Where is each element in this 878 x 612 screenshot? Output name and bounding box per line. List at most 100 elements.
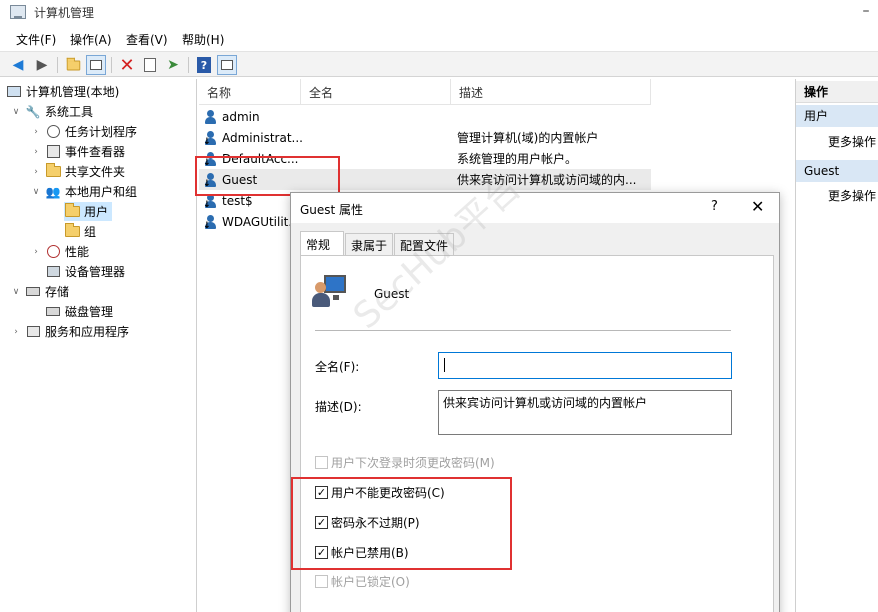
delete-icon[interactable]: ✕	[117, 55, 137, 76]
column-fullname[interactable]: 全名	[301, 79, 451, 105]
tree-device-manager[interactable]: 设备管理器	[45, 262, 125, 281]
chevron-right-icon[interactable]: ›	[30, 247, 42, 257]
tree-local-users-groups[interactable]: ∨ 👥 本地用户和组	[30, 182, 137, 201]
highlight-box-guest	[195, 156, 340, 196]
forward-arrow-icon[interactable]: ▶	[32, 55, 52, 75]
tree-disk-management-label: 磁盘管理	[65, 305, 114, 319]
tree-task-scheduler-label: 任务计划程序	[65, 125, 138, 139]
export-list-icon[interactable]: ➤	[163, 55, 183, 75]
menu-action[interactable]: 操作(A)	[70, 31, 112, 48]
help-icon[interactable]: ?	[194, 55, 214, 75]
user-name: WDAGUtilit...	[222, 214, 300, 229]
user-icon	[203, 109, 219, 125]
tree-shared-folders-label: 共享文件夹	[65, 165, 126, 179]
dialog-close-button[interactable]: ✕	[751, 197, 764, 216]
folder-icon	[64, 223, 80, 240]
console-tree: 计算机管理(本地) ∨ 🔧 系统工具 › 任务计划程序 › 事件查看器 › 共享…	[0, 79, 197, 612]
tree-task-scheduler[interactable]: › 任务计划程序	[30, 122, 137, 141]
window-title: 计算机管理	[34, 6, 95, 20]
user-description: 系统管理的用户帐户。	[457, 152, 578, 166]
more-actions-guest[interactable]: 更多操作	[828, 187, 876, 204]
show-hide-tree-icon[interactable]	[86, 55, 106, 75]
chevron-down-icon[interactable]: ∨	[10, 287, 22, 297]
disk-icon	[45, 304, 61, 320]
tree-users[interactable]: 用户	[64, 202, 113, 221]
computer-icon	[6, 84, 22, 100]
tree-system-tools-label: 系统工具	[45, 105, 94, 119]
menu-file[interactable]: 文件(F)	[16, 31, 56, 48]
tree-shared-folders[interactable]: › 共享文件夹	[30, 162, 125, 181]
device-manager-icon	[45, 264, 61, 280]
fullname-label: 全名(F):	[315, 360, 360, 374]
actions-section-users[interactable]: 用户	[796, 105, 878, 127]
chevron-right-icon[interactable]: ›	[30, 127, 42, 137]
tree-storage-label: 存储	[45, 285, 70, 299]
user-description: 管理计算机(域)的内置帐户	[457, 131, 599, 145]
up-folder-icon[interactable]	[63, 55, 83, 75]
more-actions-users[interactable]: 更多操作	[828, 133, 876, 150]
back-arrow-icon[interactable]: ◀	[8, 55, 28, 75]
performance-icon	[45, 244, 61, 260]
tab-member-of[interactable]: 隶属于	[345, 233, 393, 255]
tree-local-users-groups-label: 本地用户和组	[65, 185, 138, 199]
tab-general[interactable]: 常规	[300, 231, 344, 255]
tree-device-manager-label: 设备管理器	[65, 265, 126, 279]
checkbox-account-locked: 帐户已锁定(O)	[315, 573, 410, 590]
dialog-title: Guest 属性	[300, 203, 364, 217]
tree-storage[interactable]: ∨ 存储	[10, 282, 69, 301]
chevron-down-icon[interactable]: ∨	[30, 187, 42, 197]
user-description: 供来宾访问计算机或访问域的内...	[457, 173, 637, 187]
tree-event-viewer[interactable]: › 事件查看器	[30, 142, 125, 161]
event-viewer-icon	[45, 144, 61, 160]
tree-root-label: 计算机管理(本地)	[26, 85, 120, 99]
tree-disk-management[interactable]: 磁盘管理	[45, 302, 113, 321]
fullname-field[interactable]	[438, 352, 732, 379]
actions-pane: 操作 用户 更多操作 Guest 更多操作	[795, 79, 878, 612]
checkbox-label: 帐户已锁定(O)	[331, 575, 410, 589]
highlight-box-checkboxes	[291, 477, 512, 570]
properties-icon[interactable]	[140, 55, 160, 75]
menu-bar: 文件(F) 操作(A) 查看(V) 帮助(H)	[0, 28, 878, 50]
dialog-help-button[interactable]: ?	[711, 199, 718, 214]
toolbar: ◀ ▶ ✕ ➤ ?	[0, 51, 878, 77]
chevron-right-icon[interactable]: ›	[30, 147, 42, 157]
users-group-icon: 👥	[45, 184, 61, 199]
shared-folder-icon	[45, 163, 61, 180]
tree-services-apps[interactable]: › 服务和应用程序	[10, 322, 129, 341]
tab-profile[interactable]: 配置文件	[394, 233, 454, 255]
tree-services-apps-label: 服务和应用程序	[45, 325, 130, 339]
tree-users-label: 用户	[84, 205, 109, 219]
list-header: 名称 全名 描述	[199, 79, 651, 105]
tree-groups[interactable]: 组	[64, 222, 96, 241]
tree-system-tools[interactable]: ∨ 🔧 系统工具	[10, 102, 93, 121]
tree-root[interactable]: 计算机管理(本地)	[6, 82, 119, 101]
checkbox-must-change-password: 用户下次登录时须更改密码(M)	[315, 454, 495, 471]
toolbar-separator	[111, 57, 112, 73]
minimize-button[interactable]: –	[855, 2, 877, 22]
actions-title: 操作	[796, 81, 878, 103]
actions-section-guest[interactable]: Guest	[796, 160, 878, 182]
storage-icon	[25, 284, 41, 300]
services-icon	[25, 324, 41, 340]
tree-groups-label: 组	[84, 225, 97, 239]
chevron-right-icon[interactable]: ›	[10, 327, 22, 337]
user-name: admin	[222, 109, 260, 124]
toolbar-separator	[188, 57, 189, 73]
menu-view[interactable]: 查看(V)	[126, 31, 168, 48]
tree-performance-label: 性能	[65, 245, 90, 259]
clock-icon	[45, 124, 61, 140]
column-description[interactable]: 描述	[451, 79, 651, 105]
description-field[interactable]: 供来宾访问计算机或访问域的内置帐户	[438, 390, 732, 435]
chevron-right-icon[interactable]: ›	[30, 167, 42, 177]
chevron-down-icon[interactable]: ∨	[10, 107, 22, 117]
column-name[interactable]: 名称	[199, 79, 301, 105]
show-action-pane-icon[interactable]	[217, 55, 237, 75]
menu-help[interactable]: 帮助(H)	[182, 31, 224, 48]
list-row[interactable]: ↓ Administrat... 管理计算机(域)的内置帐户	[199, 127, 651, 148]
list-row[interactable]: admin	[199, 106, 651, 127]
folder-icon	[64, 203, 80, 220]
tree-performance[interactable]: › 性能	[30, 242, 89, 261]
text-caret	[444, 358, 445, 372]
title-bar: 计算机管理 –	[0, 0, 878, 26]
computer-management-icon	[10, 5, 26, 19]
